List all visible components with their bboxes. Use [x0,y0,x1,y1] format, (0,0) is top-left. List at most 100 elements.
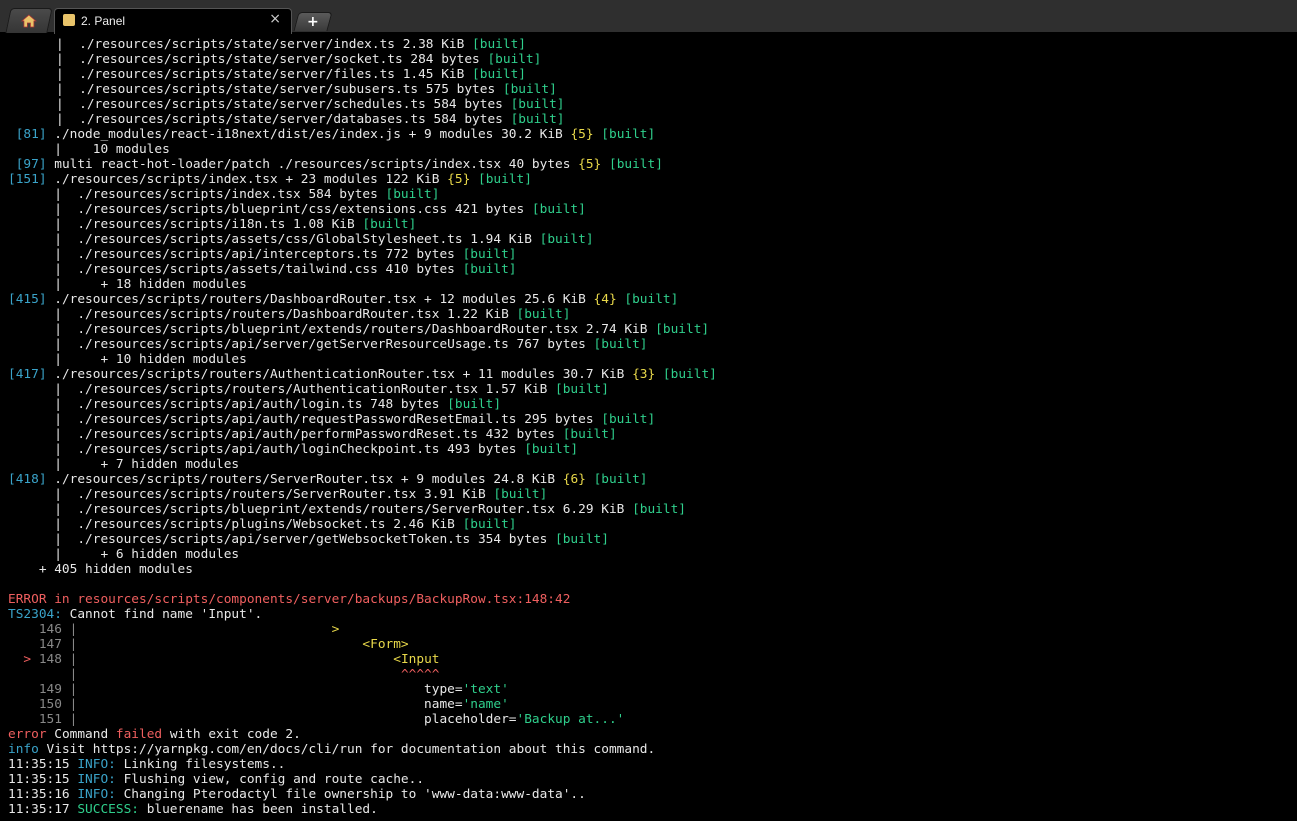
terminal-line: 147 | <Form> [8,637,409,652]
terminal-segment: | ./resources/scripts/api/auth/requestPa… [8,412,602,427]
terminal-segment: [built] [555,532,609,547]
terminal-segment: Flushing view, config and route cache.. [115,772,425,787]
terminal-line: [81] ./node_modules/react-i18next/dist/e… [8,127,656,142]
terminal-segment: [built] [462,247,517,262]
terminal-line: TS2304: Cannot find name 'Input'. [8,607,262,622]
terminal-segment: [built] [608,157,663,172]
terminal-segment: 'text' [462,682,509,697]
terminal-segment: [built] [493,487,548,502]
terminal-segment: ./resources/scripts/routers/Authenticati… [54,367,633,382]
terminal-segment: [built] [510,97,565,112]
terminal-segment: {3} [632,367,656,382]
terminal-segment: | + 6 hidden modules [8,547,240,562]
terminal-line: | ./resources/scripts/assets/css/GlobalS… [8,232,594,247]
terminal-segment: | ./resources/scripts/state/server/socke… [56,52,488,67]
terminal-segment: [built] [601,412,656,427]
terminal-segment: [built] [524,442,579,457]
terminal-segment [8,652,23,667]
terminal-line: | ./resources/scripts/state/server/datab… [56,112,565,127]
terminal-segment: | ./resources/scripts/api/server/getServ… [8,337,594,352]
terminal-line: | ^^^^^ [8,667,440,682]
terminal-line: 11:35:15 INFO: Linking filesystems.. [8,757,285,772]
new-tab-button[interactable]: + [293,12,333,31]
terminal-segment: [built] [447,397,502,412]
terminal-segment [655,367,663,382]
terminal-segment: [415] [8,292,55,307]
terminal-segment: | ./resources/scripts/api/auth/login.ts … [8,397,448,412]
terminal-segment: {4} [593,292,617,307]
terminal-segment: [built] [487,52,542,67]
terminal-segment: | ./resources/scripts/state/server/index… [56,37,473,52]
terminal-segment: [81] [8,127,55,142]
tab-bar: 2. Panel × + [0,0,1297,34]
terminal-segment: [built] [502,82,557,97]
terminal-line: | ./resources/scripts/api/auth/requestPa… [8,412,655,427]
terminal-segment: name= [85,697,463,712]
terminal-line: > 148 | <Input [8,652,439,667]
plus-icon: + [306,14,319,30]
terminal-segment: [built] [385,187,440,202]
terminal-segment: | ./resources/scripts/api/interceptors.t… [8,247,463,262]
terminal-segment: failed [115,727,163,742]
terminal-line: | ./resources/scripts/i18n.ts 1.08 KiB [… [8,217,416,232]
terminal-segment: | ./resources/scripts/assets/css/GlobalS… [8,232,540,247]
terminal-segment: | ./resources/scripts/i18n.ts 1.08 KiB [8,217,363,232]
terminal-segment: | ./resources/scripts/assets/tailwind.cs… [8,262,463,277]
terminal-line: | ./resources/scripts/api/interceptors.t… [8,247,517,262]
terminal-line: | ./resources/scripts/routers/DashboardR… [8,307,570,322]
terminal-segment: [built] [539,232,594,247]
terminal-segment: | + 7 hidden modules [8,457,240,472]
terminal-segment: 'Backup at...' [516,712,625,727]
terminal-segment [470,172,478,187]
terminal-segment: [built] [624,292,679,307]
terminal-line: [418] ./resources/scripts/routers/Server… [8,472,648,487]
terminal-segment: <Form> [362,637,409,652]
terminal-segment: | ./resources/scripts/blueprint/css/exte… [8,202,532,217]
terminal-segment: > [331,622,340,637]
tab-title: 2. Panel [81,14,126,28]
terminal-icon [63,14,75,26]
terminal-line: | ./resources/scripts/routers/ServerRout… [8,487,547,502]
terminal-line: 11:35:16 INFO: Changing Pterodactyl file… [8,787,586,802]
terminal-segment: [built] [655,322,710,337]
terminal-line: 11:35:17 SUCCESS: bluerename has been in… [8,802,378,817]
terminal-segment: Visit https://yarnpkg.com/en/docs/cli/ru… [46,742,656,757]
terminal-segment: [418] [8,472,55,487]
terminal-line: [417] ./resources/scripts/routers/Authen… [8,367,717,382]
terminal-segment: ./resources/scripts/routers/DashboardRou… [54,292,594,307]
terminal-segment: [built] [462,262,517,277]
terminal-segment: > [23,652,39,667]
terminal-segment: {5} [447,172,471,187]
terminal-segment: {5} [570,127,594,142]
terminal-segment: | ./resources/scripts/state/server/sched… [56,97,511,112]
terminal-line: | + 6 hidden modules [8,547,239,562]
terminal-line: | ./resources/scripts/index.tsx 584 byte… [8,187,439,202]
terminal-segment: info [8,742,47,757]
terminal-output[interactable]: | ./resources/scripts/state/server/index… [0,33,1297,821]
terminal-segment: Changing Pterodactyl file ownership to '… [115,787,586,802]
terminal-segment: ERROR in resources/scripts/components/se… [8,592,571,607]
terminal-segment: SUCCESS: [77,802,139,817]
terminal-segment: ./resources/scripts/index.tsx + 23 modul… [54,172,448,187]
terminal-segment: | ./resources/scripts/api/auth/performPa… [8,427,563,442]
terminal-segment: error [8,727,55,742]
terminal-line: info Visit https://yarnpkg.com/en/docs/c… [8,742,655,757]
terminal-segment: 149 | [8,682,86,697]
terminal-segment: 11:35:15 [8,772,78,787]
terminal-segment: INFO: [77,757,116,772]
tab-panel[interactable]: 2. Panel × [54,8,292,34]
terminal-segment: TS2304: [8,607,70,622]
terminal-line: + 405 hidden modules [8,562,193,577]
terminal-segment: 147 | [8,637,86,652]
terminal-segment: | ./resources/scripts/state/server/files… [56,67,473,82]
terminal-segment: multi react-hot-loader/patch ./resources… [54,157,579,172]
close-icon[interactable]: × [269,11,281,27]
terminal-line: | ./resources/scripts/plugins/Websocket.… [8,517,516,532]
terminal-line: [415] ./resources/scripts/routers/Dashbo… [8,292,678,307]
home-tab[interactable] [5,8,53,33]
terminal-line: | ./resources/scripts/api/auth/loginChec… [8,442,578,457]
terminal-segment: | ./resources/scripts/routers/DashboardR… [8,307,517,322]
terminal-segment: [built] [632,502,686,517]
terminal-line: [151] ./resources/scripts/index.tsx + 23… [8,172,532,187]
terminal-segment: [built] [593,472,648,487]
